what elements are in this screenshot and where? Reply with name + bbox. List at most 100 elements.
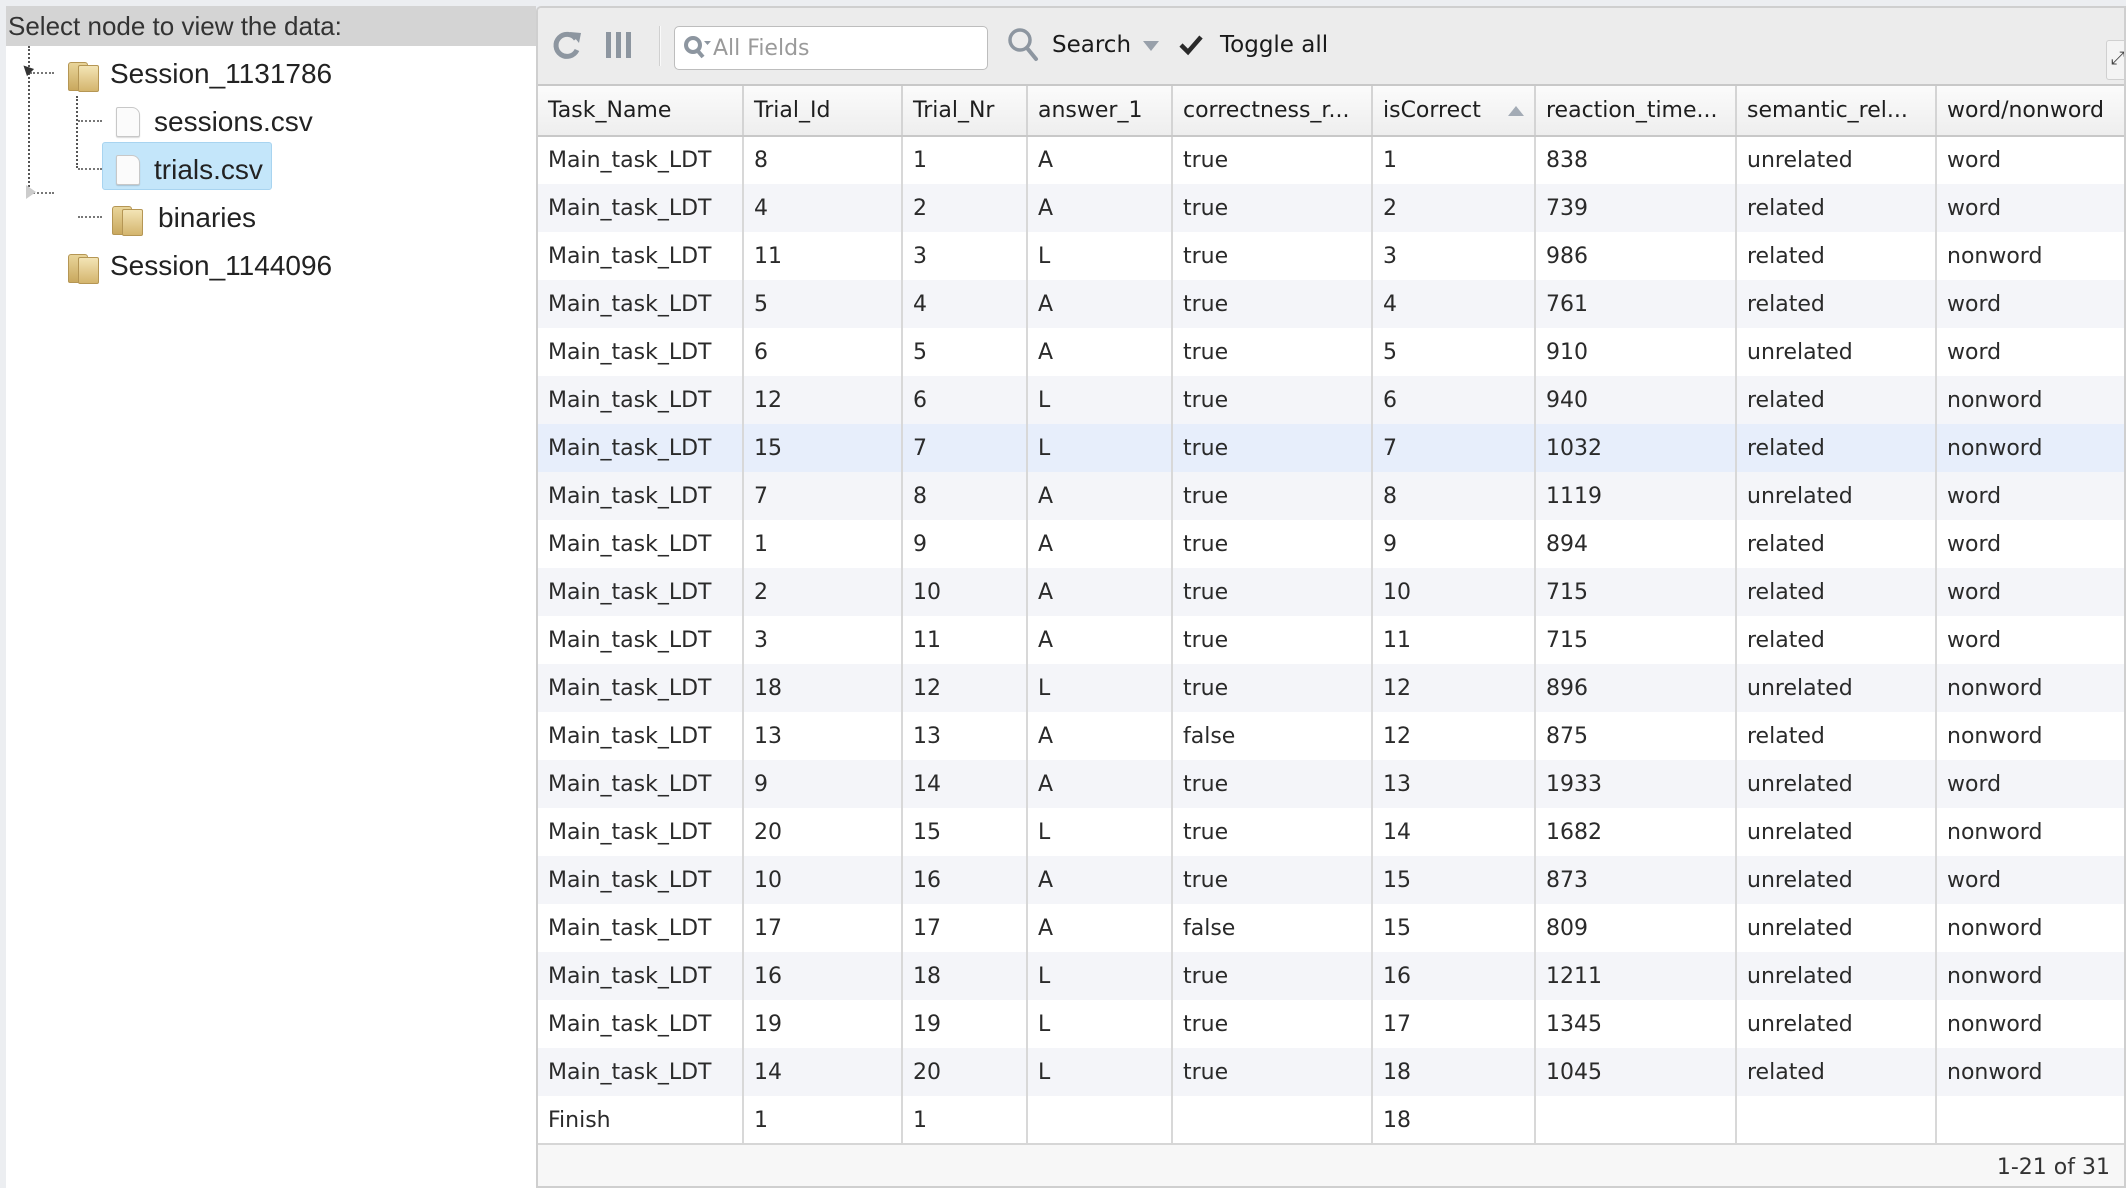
- table-row[interactable]: Main_task_LDT 20 15 Ltrue 14 1682 unrelated non…: [538, 808, 2124, 856]
- column-header-iscorrect[interactable]: isCorrect: [1372, 86, 1536, 137]
- data-table-wrapper: Task_Name Trial_Id Trial_Nr answer_1 correct…: [538, 86, 2124, 1144]
- table-cell: 12: [1372, 664, 1536, 712]
- table-cell: 1: [743, 520, 903, 568]
- table-cell: L: [1027, 376, 1173, 424]
- table-row[interactable]: Main_task_LDT 7 8 Atrue 8 1119 unrelated word: [538, 472, 2124, 520]
- tree-node-label: trials.csv: [154, 154, 263, 185]
- search-input[interactable]: [713, 35, 973, 61]
- table-cell: word: [1936, 520, 2124, 568]
- table-cell: 3: [743, 616, 903, 664]
- toggle-all-button[interactable]: Toggle all: [1178, 32, 1328, 58]
- tree-node-trials-csv[interactable]: trials.csv: [116, 148, 271, 192]
- table-cell: 809: [1535, 904, 1737, 952]
- table-row[interactable]: Main_task_LDT 3 11 Atrue 11 715 related word: [538, 616, 2124, 664]
- table-cell: 739: [1535, 184, 1737, 232]
- table-cell: 3: [902, 232, 1028, 280]
- column-header-correctness-r[interactable]: correctness_r...: [1172, 86, 1373, 137]
- table-cell: related: [1736, 568, 1937, 616]
- table-cell: true: [1172, 424, 1373, 472]
- table-cell: 4: [1372, 280, 1536, 328]
- table-row[interactable]: Main_task_LDT 9 14 Atrue 13 1933 unrelated word: [538, 760, 2124, 808]
- table-cell: 715: [1535, 616, 1737, 664]
- search-button[interactable]: Search: [1006, 26, 1160, 64]
- checkmark-icon: [1179, 35, 1203, 56]
- table-cell: 1032: [1535, 424, 1737, 472]
- table-cell: [1535, 1096, 1737, 1144]
- table-row[interactable]: Main_task_LDT 15 7 Ltrue 7 1032 related nonword: [538, 424, 2124, 472]
- column-header-label: Trial_Nr: [913, 98, 995, 123]
- table-cell: 875: [1535, 712, 1737, 760]
- table-cell: A: [1027, 760, 1173, 808]
- table-cell: Main_task_LDT: [538, 808, 744, 856]
- column-header-label: correctness_r...: [1183, 98, 1350, 123]
- table-row[interactable]: Finish 1 1 18: [538, 1096, 2124, 1144]
- tree-node-label: sessions.csv: [154, 106, 313, 137]
- refresh-icon: [553, 31, 581, 59]
- column-header-reaction-time[interactable]: reaction_time...: [1535, 86, 1737, 137]
- column-header-trial-nr[interactable]: Trial_Nr: [902, 86, 1028, 137]
- table-row[interactable]: Main_task_LDT 1 9 Atrue 9 894 related word: [538, 520, 2124, 568]
- tree-connector: [30, 72, 54, 74]
- table-cell: word: [1936, 136, 2124, 184]
- search-field[interactable]: [674, 26, 988, 70]
- table-cell: unrelated: [1736, 472, 1937, 520]
- table-cell: nonword: [1936, 904, 2124, 952]
- columns-button[interactable]: [604, 30, 634, 60]
- table-row[interactable]: Main_task_LDT 10 16 Atrue 15 873 unrelated word: [538, 856, 2124, 904]
- table-row[interactable]: Main_task_LDT 2 10 Atrue 10 715 related word: [538, 568, 2124, 616]
- table-row[interactable]: Main_task_LDT 19 19 Ltrue 17 1345 unrelated non…: [538, 1000, 2124, 1048]
- column-header-task-name[interactable]: Task_Name: [538, 86, 744, 137]
- column-header-semantic-rel[interactable]: semantic_rel...: [1736, 86, 1937, 137]
- table-cell: Main_task_LDT: [538, 232, 744, 280]
- table-cell: 20: [902, 1048, 1028, 1096]
- table-cell: false: [1172, 712, 1373, 760]
- tree-node-session-1144096[interactable]: Session_1144096: [68, 244, 340, 288]
- table-row[interactable]: Main_task_LDT 14 20 Ltrue 18 1045 related nonwo…: [538, 1048, 2124, 1096]
- table-row[interactable]: Main_task_LDT 11 3 Ltrue 3 986 related nonword: [538, 232, 2124, 280]
- refresh-button[interactable]: [550, 28, 584, 62]
- column-header-answer-1[interactable]: answer_1: [1027, 86, 1173, 137]
- table-cell: true: [1172, 328, 1373, 376]
- table-cell: nonword: [1936, 952, 2124, 1000]
- table-cell: nonword: [1936, 664, 2124, 712]
- table-cell: true: [1172, 664, 1373, 712]
- table-cell: 1: [902, 136, 1028, 184]
- table-cell: 17: [1372, 1000, 1536, 1048]
- table-cell: true: [1172, 520, 1373, 568]
- table-cell: Main_task_LDT: [538, 904, 744, 952]
- table-row[interactable]: Main_task_LDT 4 2 Atrue 2 739 related word: [538, 184, 2124, 232]
- table-cell: related: [1736, 280, 1937, 328]
- table-cell: true: [1172, 616, 1373, 664]
- folder-icon: [112, 202, 143, 236]
- chevron-down-icon[interactable]: [1143, 41, 1160, 51]
- tree-node-sessions-csv[interactable]: sessions.csv: [116, 100, 321, 144]
- table-cell: 20: [743, 808, 903, 856]
- column-header-word-nonword[interactable]: word/nonword: [1936, 86, 2124, 137]
- table-cell: true: [1172, 760, 1373, 808]
- column-header-label: Trial_Id: [754, 98, 831, 123]
- table-row[interactable]: Main_task_LDT 8 1 Atrue 1 838 unrelated word: [538, 136, 2124, 184]
- table-row[interactable]: Main_task_LDT 12 6 Ltrue 6 940 related nonword: [538, 376, 2124, 424]
- tree-node-binaries[interactable]: binaries: [112, 196, 264, 240]
- table-cell: 9: [1372, 520, 1536, 568]
- column-header-trial-id[interactable]: Trial_Id: [743, 86, 903, 137]
- table-cell: L: [1027, 424, 1173, 472]
- table-cell: Main_task_LDT: [538, 712, 744, 760]
- expand-toggle-icon[interactable]: [26, 185, 36, 199]
- table-row[interactable]: Main_task_LDT 13 13 Afalse 12 875 related nonwo…: [538, 712, 2124, 760]
- tree-node-session-1131786[interactable]: Session_1131786: [68, 52, 340, 96]
- table-row[interactable]: Main_task_LDT 16 18 Ltrue 16 1211 unrelated non…: [538, 952, 2124, 1000]
- expand-panel-button[interactable]: ⤢: [2106, 40, 2124, 80]
- table-row[interactable]: Main_task_LDT 17 17 Afalse 15 809 unrelated non…: [538, 904, 2124, 952]
- table-row[interactable]: Main_task_LDT 5 4 Atrue 4 761 related word: [538, 280, 2124, 328]
- columns-icon: [606, 32, 631, 58]
- table-cell: unrelated: [1736, 664, 1937, 712]
- table-row[interactable]: Main_task_LDT 6 5 Atrue 5 910 unrelated word: [538, 328, 2124, 376]
- table-row[interactable]: Main_task_LDT 18 12 Ltrue 12 896 unrelated nonw…: [538, 664, 2124, 712]
- table-cell: 6: [902, 376, 1028, 424]
- grid-toolbar: Search Toggle all ⤢: [538, 8, 2124, 86]
- sort-ascending-icon[interactable]: [1508, 106, 1524, 116]
- table-cell: L: [1027, 952, 1173, 1000]
- table-cell: 13: [902, 712, 1028, 760]
- table-cell: L: [1027, 1048, 1173, 1096]
